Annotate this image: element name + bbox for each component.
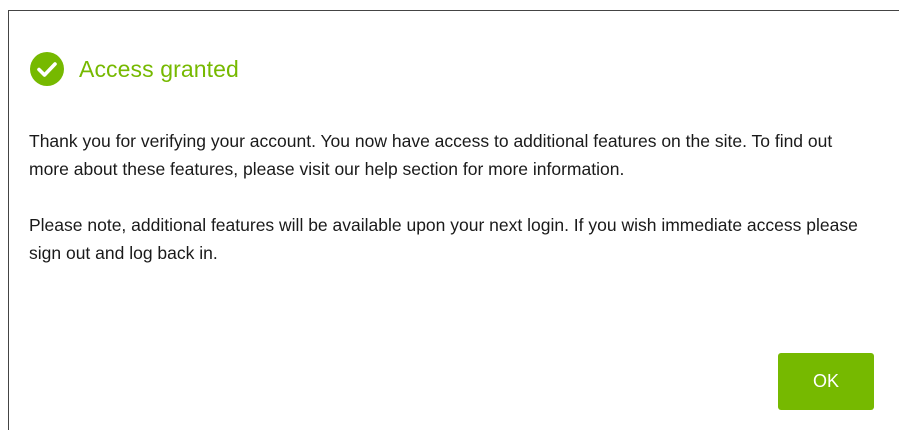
ok-button[interactable]: OK — [778, 353, 874, 410]
message-paragraph-note: Please note, additional features will be… — [29, 215, 858, 263]
dialog-message: Thank you for verifying your account. Yo… — [29, 127, 869, 267]
access-granted-dialog: Access granted Thank you for verifying y… — [8, 10, 899, 430]
message-paragraph-verified: Thank you for verifying your account. Yo… — [29, 131, 833, 179]
dialog-title: Access granted — [79, 55, 239, 82]
check-circle-icon — [30, 52, 64, 86]
dialog-header: Access granted — [30, 52, 239, 86]
